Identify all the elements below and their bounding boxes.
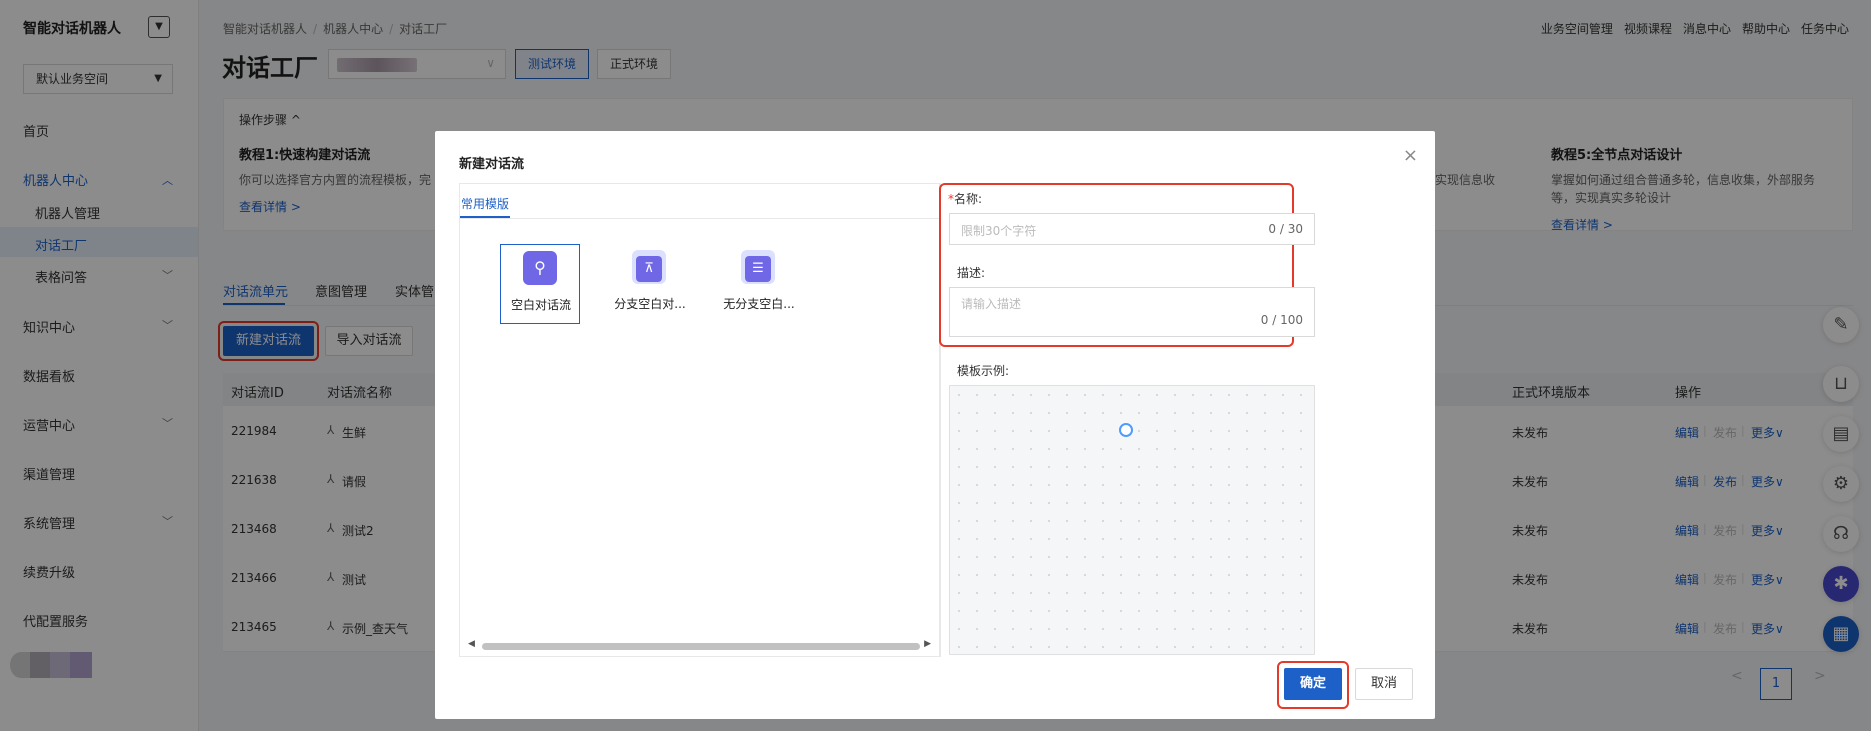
close-icon[interactable]: × [1403, 145, 1418, 166]
template-branch-blank[interactable]: ⊼ 分支空白对... [610, 244, 690, 324]
template-tab-underline [460, 216, 510, 218]
loading-spinner-icon [1119, 423, 1133, 437]
preview-label: 模板示例: [957, 364, 1010, 378]
desc-label: 描述: [957, 266, 986, 280]
scroll-right-icon[interactable]: ▶ [924, 639, 931, 649]
template-tab-divider [460, 218, 939, 219]
template-no-branch-blank[interactable]: ☰ 无分支空白... [719, 244, 799, 324]
tab-common-templates[interactable]: 常用模版 [461, 195, 509, 212]
horizontal-scrollbar[interactable]: ◀ ▶ [460, 639, 939, 653]
desc-textarea[interactable]: 请输入描述 0 / 100 [949, 287, 1315, 337]
branch-icon: ⊼ [632, 250, 666, 284]
name-char-count: 0 / 30 [1268, 222, 1303, 236]
modal-title: 新建对话流 [459, 157, 525, 172]
template-pane: 常用模版 ⚲ 空白对话流 ⊼ 分支空白对... ☰ 无分支空白... ◀ ▶ [459, 183, 940, 657]
name-placeholder: 限制30个字符 [961, 224, 1037, 238]
scroll-left-icon[interactable]: ◀ [468, 639, 475, 649]
cancel-button[interactable]: 取消 [1355, 668, 1413, 700]
confirm-button[interactable]: 确定 [1284, 668, 1342, 700]
template-label: 空白对话流 [510, 298, 571, 312]
name-input[interactable]: 限制30个字符 0 / 30 [949, 213, 1315, 245]
template-preview-canvas [949, 385, 1315, 655]
name-label: *名称: [948, 192, 983, 206]
pin-icon: ⚲ [523, 251, 557, 285]
desc-placeholder: 请输入描述 [961, 297, 1022, 311]
template-label: 无分支空白... [723, 297, 795, 311]
list-icon: ☰ [741, 250, 775, 284]
template-label: 分支空白对... [614, 297, 686, 311]
template-blank[interactable]: ⚲ 空白对话流 [500, 244, 580, 324]
scroll-thumb[interactable] [482, 643, 920, 650]
new-flow-modal: 新建对话流 × 常用模版 ⚲ 空白对话流 ⊼ 分支空白对... ☰ 无分支空白.… [435, 131, 1435, 719]
desc-char-count: 0 / 100 [1260, 313, 1303, 327]
